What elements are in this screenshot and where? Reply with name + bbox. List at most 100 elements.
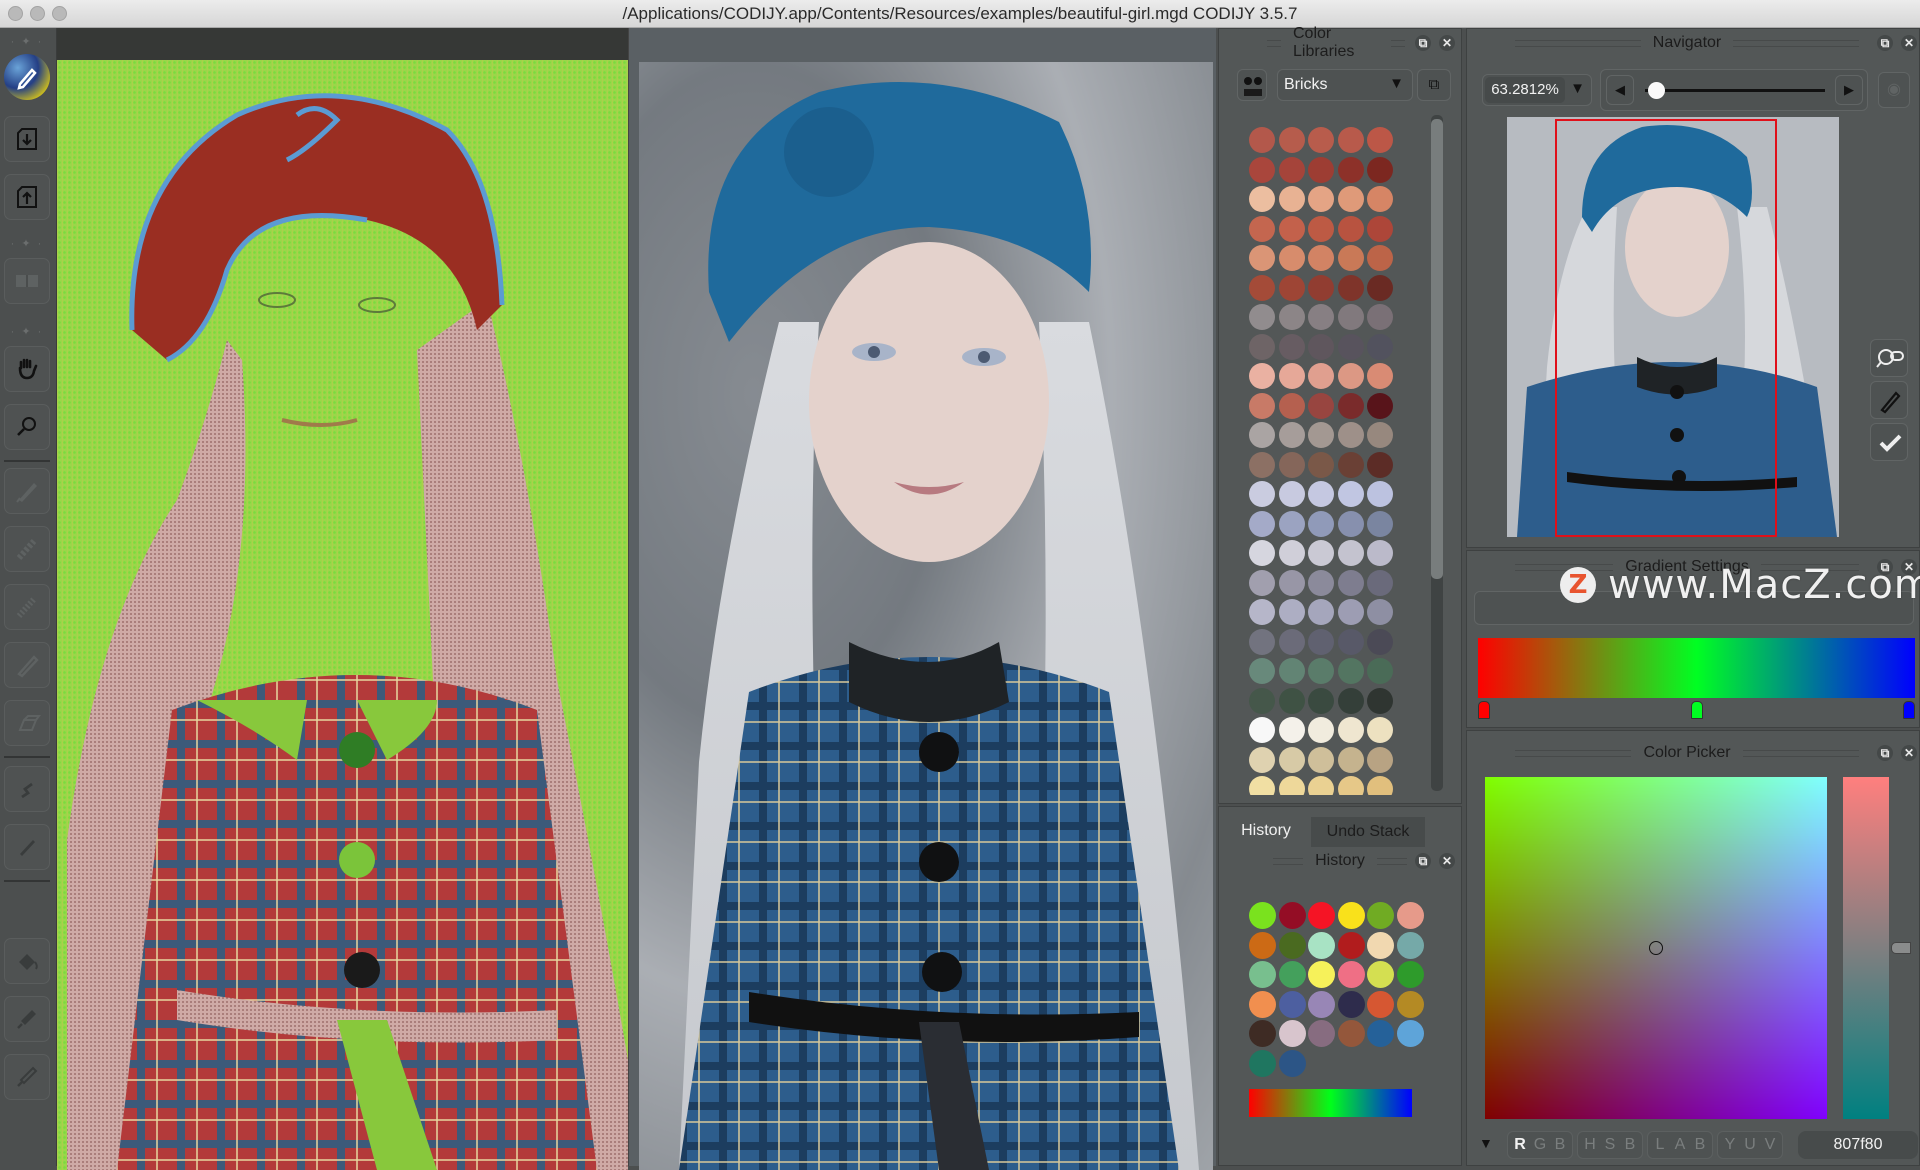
markup-canvas[interactable] bbox=[57, 28, 628, 1170]
history-swatch[interactable] bbox=[1249, 902, 1276, 929]
library-swatch[interactable] bbox=[1249, 186, 1275, 212]
library-swatch[interactable] bbox=[1337, 156, 1364, 183]
library-swatch[interactable] bbox=[1278, 599, 1305, 625]
format-channel-yuv-u[interactable]: U bbox=[1740, 1132, 1760, 1158]
library-swatch[interactable] bbox=[1367, 304, 1393, 330]
library-swatch[interactable] bbox=[1337, 392, 1364, 419]
library-swatch[interactable] bbox=[1278, 363, 1305, 389]
history-gradient-swatch[interactable] bbox=[1249, 1089, 1412, 1117]
viewport-rectangle[interactable] bbox=[1555, 119, 1777, 537]
float-panel-button[interactable]: ⧉ bbox=[1415, 35, 1431, 51]
color-field[interactable] bbox=[1485, 777, 1827, 1119]
library-swatch[interactable] bbox=[1308, 274, 1334, 301]
pattern-marker-tool[interactable] bbox=[4, 584, 50, 630]
gradient-stop-track[interactable] bbox=[1478, 699, 1915, 721]
library-swatch[interactable] bbox=[1278, 481, 1305, 507]
format-channel-hsb-s[interactable]: S bbox=[1600, 1132, 1620, 1158]
zoom-level-combo[interactable]: 63.2812% ▼ bbox=[1482, 74, 1592, 106]
library-swatch[interactable] bbox=[1249, 628, 1275, 655]
library-swatch[interactable] bbox=[1337, 746, 1364, 773]
history-swatch[interactable] bbox=[1249, 931, 1276, 959]
library-swatch[interactable] bbox=[1337, 776, 1364, 795]
library-swatch[interactable] bbox=[1249, 245, 1275, 271]
library-swatch[interactable] bbox=[1308, 422, 1334, 448]
history-swatch[interactable] bbox=[1308, 1020, 1335, 1047]
library-swatch[interactable] bbox=[1278, 658, 1305, 684]
toolbar-grip-icon[interactable]: · ✦ · bbox=[10, 34, 44, 48]
library-swatch[interactable] bbox=[1308, 245, 1334, 271]
library-swatch[interactable] bbox=[1278, 510, 1305, 537]
history-swatch[interactable] bbox=[1249, 961, 1276, 988]
history-swatch[interactable] bbox=[1367, 990, 1394, 1018]
picker-tool[interactable] bbox=[4, 1054, 50, 1100]
history-swatch[interactable] bbox=[1278, 1049, 1306, 1077]
zoom-level-value[interactable]: 63.2812% bbox=[1485, 77, 1565, 103]
apply-button[interactable] bbox=[1870, 423, 1908, 461]
library-swatch[interactable] bbox=[1337, 422, 1364, 448]
library-swatch[interactable] bbox=[1337, 658, 1364, 684]
library-swatch[interactable] bbox=[1249, 363, 1275, 389]
format-channel-rgb-g[interactable]: G bbox=[1530, 1132, 1550, 1158]
library-swatch[interactable] bbox=[1337, 687, 1364, 714]
marker-tool[interactable] bbox=[4, 468, 50, 514]
gradient-preset-button[interactable] bbox=[1474, 591, 1914, 625]
library-swatch[interactable] bbox=[1278, 569, 1305, 596]
library-swatch[interactable] bbox=[1337, 481, 1364, 507]
library-swatch[interactable] bbox=[1337, 510, 1364, 537]
float-panel-button[interactable]: ⧉ bbox=[1877, 559, 1893, 575]
close-panel-button[interactable]: ✕ bbox=[1901, 35, 1917, 51]
library-swatch[interactable] bbox=[1337, 451, 1364, 478]
library-swatch[interactable] bbox=[1308, 717, 1334, 743]
zoom-tool[interactable] bbox=[4, 404, 50, 450]
library-swatch[interactable] bbox=[1278, 186, 1305, 212]
tab-history[interactable]: History bbox=[1231, 817, 1301, 845]
library-swatch[interactable] bbox=[1278, 156, 1305, 183]
library-swatch[interactable] bbox=[1278, 215, 1305, 242]
zoom-slider-handle[interactable] bbox=[1647, 82, 1665, 99]
format-channel-lab-l[interactable]: L bbox=[1650, 1132, 1670, 1158]
library-swatch[interactable] bbox=[1249, 333, 1275, 360]
library-select[interactable]: Bricks ▼ bbox=[1277, 69, 1413, 101]
format-channel-yuv-v[interactable]: V bbox=[1760, 1132, 1780, 1158]
library-swatch[interactable] bbox=[1308, 510, 1334, 537]
library-swatch[interactable] bbox=[1308, 392, 1334, 419]
import-tool[interactable] bbox=[4, 116, 50, 162]
library-swatch[interactable] bbox=[1367, 186, 1393, 212]
library-swatch[interactable] bbox=[1249, 392, 1275, 419]
history-swatch[interactable] bbox=[1367, 902, 1394, 929]
library-swatch[interactable] bbox=[1249, 274, 1275, 301]
hex-value-field[interactable]: 807f80 bbox=[1798, 1131, 1918, 1159]
library-swatch[interactable] bbox=[1308, 746, 1334, 773]
library-swatch[interactable] bbox=[1278, 127, 1305, 153]
history-swatch[interactable] bbox=[1367, 931, 1394, 959]
history-swatch[interactable] bbox=[1337, 931, 1365, 959]
history-swatch[interactable] bbox=[1337, 990, 1365, 1018]
format-channel-hsb-b[interactable]: B bbox=[1620, 1132, 1640, 1158]
history-swatch[interactable] bbox=[1396, 961, 1424, 988]
library-swatch[interactable] bbox=[1337, 304, 1364, 330]
compare-view-tool[interactable] bbox=[4, 258, 50, 304]
history-swatch[interactable] bbox=[1278, 990, 1306, 1018]
history-swatch[interactable] bbox=[1337, 902, 1365, 929]
history-swatch[interactable] bbox=[1249, 1049, 1276, 1077]
library-swatch[interactable] bbox=[1337, 186, 1364, 212]
history-swatch[interactable] bbox=[1337, 961, 1365, 988]
history-swatch[interactable] bbox=[1367, 1020, 1394, 1047]
library-swatch[interactable] bbox=[1249, 687, 1275, 714]
float-panel-button[interactable]: ⧉ bbox=[1877, 35, 1893, 51]
dropper-tool[interactable] bbox=[4, 996, 50, 1042]
eraser-tool[interactable] bbox=[4, 700, 50, 746]
library-swatch[interactable] bbox=[1278, 628, 1305, 655]
library-swatch[interactable] bbox=[1308, 156, 1334, 183]
format-menu-chevron-icon[interactable]: ▼ bbox=[1479, 1135, 1493, 1151]
library-swatch[interactable] bbox=[1367, 481, 1393, 507]
freehand-line-tool[interactable] bbox=[4, 766, 50, 812]
library-swatch[interactable] bbox=[1367, 127, 1393, 153]
fill-tool[interactable] bbox=[4, 938, 50, 984]
library-scrollbar-thumb[interactable] bbox=[1431, 119, 1443, 579]
channel-slider-track[interactable] bbox=[1843, 777, 1889, 1119]
markup-image[interactable] bbox=[57, 60, 628, 1170]
library-swatch[interactable] bbox=[1367, 776, 1393, 795]
format-channel-yuv-y[interactable]: Y bbox=[1720, 1132, 1740, 1158]
library-swatch[interactable] bbox=[1308, 599, 1334, 625]
